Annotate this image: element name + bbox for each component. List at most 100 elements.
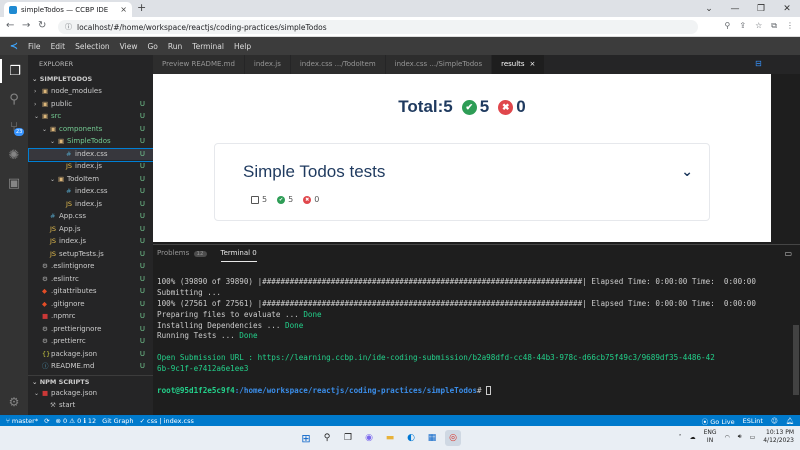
editor-tab[interactable]: Preview README.md — [153, 55, 245, 74]
browser-tab[interactable]: simpleTodos — CCBP IDE × — [4, 2, 132, 17]
tree-item[interactable]: ⚙ .eslintignore U — [28, 260, 153, 273]
search-icon[interactable]: ⚲ — [0, 87, 28, 111]
tab-problems[interactable]: Problems 12 — [157, 245, 207, 262]
tree-item[interactable]: ⚒ start — [28, 399, 153, 412]
source-control-icon[interactable]: ⑂ 23 — [0, 115, 28, 139]
minimize-icon[interactable]: — — [722, 0, 748, 17]
bookmark-star-icon[interactable]: ☆ — [755, 21, 762, 31]
windows-start-icon[interactable]: ⊞ — [298, 430, 314, 446]
editor-tab[interactable]: index.js — [244, 55, 291, 74]
extensions-icon[interactable]: ⧉ — [771, 21, 777, 31]
taskbar-search-icon[interactable]: ⚲ — [319, 430, 335, 446]
status-eslint[interactable]: ESLint — [743, 417, 763, 425]
tab-terminal[interactable]: Terminal 0 — [220, 245, 257, 262]
menu-edit[interactable]: Edit — [51, 42, 66, 51]
status-git-graph[interactable]: Git Graph — [102, 417, 133, 425]
terminal-scrollbar[interactable] — [793, 325, 799, 395]
terminal-output[interactable]: 100% (39890 of 39890) |#################… — [157, 266, 787, 419]
task-view-icon[interactable]: ❐ — [340, 430, 356, 446]
battery-icon[interactable]: ▭ — [750, 434, 756, 441]
language-indicator[interactable]: ENG IN — [704, 429, 717, 445]
menu-run[interactable]: Run — [168, 42, 182, 51]
share-icon[interactable]: ⇪ — [739, 21, 746, 31]
teams-icon[interactable]: ◉ — [361, 430, 377, 446]
info-icon[interactable]: ⓘ — [65, 22, 72, 32]
maximize-panel-icon[interactable]: ▭ — [784, 249, 792, 258]
status-breadcrumb[interactable]: css | index.css — [147, 417, 194, 425]
menu-icon[interactable]: ⋮ — [786, 21, 794, 31]
editor-tab[interactable]: results × — [492, 55, 546, 74]
split-editor-icon[interactable]: ⊟ — [755, 59, 792, 68]
chrome-icon[interactable]: ◎ — [445, 430, 461, 446]
extensions-view-icon[interactable]: ▣ — [0, 171, 28, 195]
menu-terminal[interactable]: Terminal — [192, 42, 224, 51]
editor-tab[interactable]: index.css .../TodoItem — [290, 55, 386, 74]
tree-item[interactable]: JS App.js U — [28, 223, 153, 236]
tree-item[interactable]: JS index.js U — [28, 235, 153, 248]
tree-item[interactable]: # index.css U — [28, 185, 153, 198]
tree-item[interactable]: {}package.json U — [28, 348, 153, 361]
sync-icon[interactable]: ⟳ — [44, 417, 49, 425]
editor-tab[interactable]: index.css .../SimpleTodos — [385, 55, 493, 74]
submission-url-line[interactable]: Open Submission URL : https://learning.c… — [157, 353, 787, 364]
url-field[interactable]: ⓘ localhost/#/home/workspace/reactjs/cod… — [58, 20, 698, 34]
store-icon[interactable]: ▦ — [424, 430, 440, 446]
menu-selection[interactable]: Selection — [75, 42, 110, 51]
notifications-icon[interactable]: 🔔︎ — [786, 417, 794, 425]
tree-item[interactable]: ■ .npmrc U — [28, 310, 153, 323]
menu-view[interactable]: View — [120, 42, 138, 51]
edge-icon[interactable]: ◐ — [403, 430, 419, 446]
explorer-icon[interactable]: ❐ — [0, 59, 28, 83]
tree-item[interactable]: # App.css U — [28, 210, 153, 223]
new-tab-button[interactable]: + — [137, 1, 146, 14]
tree-item[interactable]: JS setupTests.js U — [28, 248, 153, 261]
forward-icon[interactable]: → — [22, 20, 30, 31]
reload-icon[interactable]: ↻ — [38, 20, 46, 31]
close-tab-icon[interactable]: × — [530, 60, 536, 68]
menu-file[interactable]: File — [28, 42, 41, 51]
tree-item[interactable]: ⌄ ▣ SimpleTodos U — [28, 135, 153, 148]
submission-url-line-2[interactable]: 6b-9c1f-e7412a6e1ee3 — [157, 364, 787, 375]
tree-item[interactable]: ◆ .gitattributes U — [28, 285, 153, 298]
tray-cloud-icon[interactable]: ☁ — [690, 434, 696, 441]
test-suite-card[interactable]: Simple Todos tests ⌄ 5 ✔ 5 ✖ 0 — [214, 143, 710, 221]
status-golive[interactable]: ⦿ Go Live — [702, 416, 735, 426]
chevron-down-icon[interactable]: ⌄ — [681, 164, 693, 180]
tree-item[interactable]: ⚙ .prettierignore U — [28, 323, 153, 336]
tree-item[interactable]: ⚙ .eslintrc U — [28, 273, 153, 286]
wifi-icon[interactable]: ◠ — [725, 434, 730, 441]
tree-item[interactable]: JS index.js U — [28, 198, 153, 211]
tab-search-icon[interactable]: ⌄ — [696, 0, 722, 17]
zoom-icon[interactable]: ⚲ — [725, 21, 731, 31]
close-tab-icon[interactable]: × — [120, 5, 127, 14]
project-section-header[interactable]: ⌄ SIMPLETODOS — [28, 73, 153, 85]
tree-item[interactable]: ⌄ ▣ src U — [28, 110, 153, 123]
tree-item[interactable]: ⌄ ■ package.json — [28, 387, 153, 400]
close-window-icon[interactable]: ✕ — [774, 0, 800, 17]
tree-item[interactable]: › ▣ public U — [28, 98, 153, 111]
volume-icon[interactable]: 🔊︎ — [738, 433, 742, 441]
tree-item[interactable]: # index.css U — [28, 147, 153, 162]
mini-passed: 5 — [288, 195, 294, 204]
status-problems[interactable]: ⊗ 0 ⚠ 0 ℹ 12 — [56, 417, 97, 425]
feedback-icon[interactable]: ☺ — [771, 417, 778, 425]
tree-item[interactable]: ⓘ README.md U — [28, 360, 153, 373]
back-icon[interactable]: ← — [6, 20, 14, 31]
npm-scripts-header[interactable]: ⌄ NPM SCRIPTS — [28, 374, 153, 387]
status-branch[interactable]: master* — [12, 417, 38, 425]
tree-item[interactable]: ⌄ ▣ TodoItem U — [28, 173, 153, 186]
tree-item[interactable]: › ▣ node_modules — [28, 85, 153, 98]
menu-help[interactable]: Help — [234, 42, 251, 51]
maximize-icon[interactable]: ❐ — [748, 0, 774, 17]
tree-item[interactable]: JS index.js U — [28, 160, 153, 173]
debug-icon[interactable]: ✺ — [0, 143, 28, 167]
clock[interactable]: 10:13 PM 4/12/2023 — [763, 429, 794, 445]
tray-chevron-icon[interactable]: ˄ — [679, 434, 682, 441]
settings-gear-icon[interactable]: ⚙ — [0, 392, 28, 412]
tree-item[interactable]: ◆ .gitignore U — [28, 298, 153, 311]
file-explorer-icon[interactable]: ▬ — [382, 430, 398, 446]
tree-item[interactable]: ⚙ .prettierrc U — [28, 335, 153, 348]
menu-go[interactable]: Go — [147, 42, 157, 51]
tree-item[interactable]: ⌄ ▣ components U — [28, 123, 153, 136]
results-preview: Total:5 ✔ 5 ✖ 0 Simple Todos tests ⌄ 5 ✔ 5 … — [153, 74, 771, 242]
